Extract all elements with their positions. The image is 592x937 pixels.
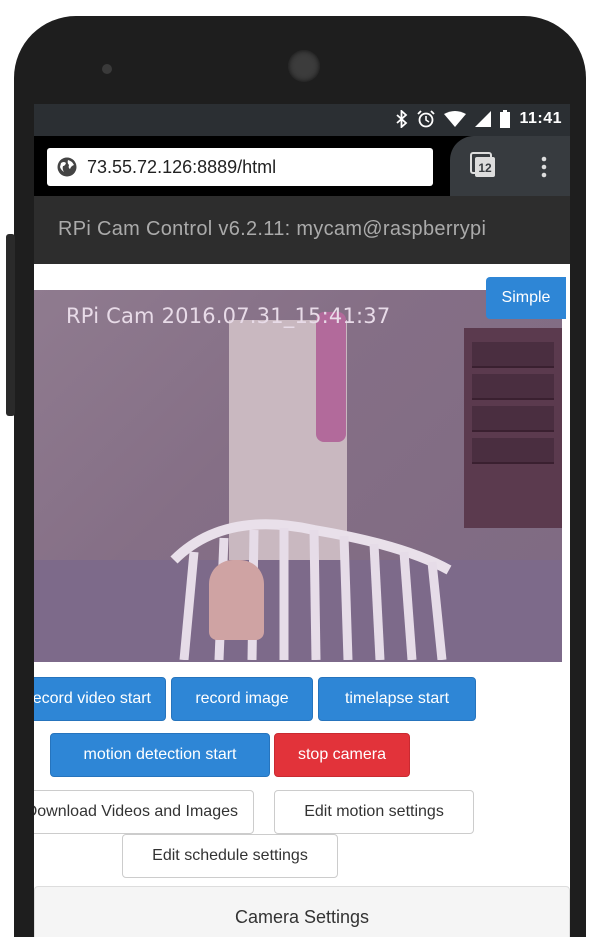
preview-drawer xyxy=(472,438,554,464)
battery-icon xyxy=(500,110,511,128)
page-title: RPi Cam Control v6.2.11: mycam@raspberry… xyxy=(58,218,487,240)
timelapse-button[interactable]: timelapse start xyxy=(318,677,476,721)
stop-camera-button[interactable]: stop camera xyxy=(274,733,410,777)
phone-screen: 11:41 73.55.72.126:8889/html 12 RPi Cam … xyxy=(34,104,570,937)
preview-drawer xyxy=(472,374,554,400)
record-image-button[interactable]: record image xyxy=(171,677,313,721)
bluetooth-icon xyxy=(396,110,408,128)
camera-preview[interactable]: RPi Cam 2016.07.31_15:41:37 xyxy=(34,290,562,662)
preview-baby xyxy=(209,560,264,640)
preview-towel xyxy=(316,312,346,442)
download-button[interactable]: Download Videos and Images xyxy=(34,790,254,834)
status-time: 11:41 xyxy=(519,110,562,127)
simple-button[interactable]: Simple xyxy=(486,277,566,319)
phone-side-button xyxy=(6,234,15,416)
download-label: Download Videos and Images xyxy=(34,803,238,820)
record-video-label: record video start xyxy=(34,690,151,707)
alarm-icon xyxy=(417,110,436,128)
phone-sensor xyxy=(102,64,112,74)
preview-drawer xyxy=(472,342,554,368)
url-text: 73.55.72.126:8889/html xyxy=(87,156,277,177)
preview-crib xyxy=(170,519,452,660)
camera-settings-title: Camera Settings xyxy=(234,907,370,927)
tab-switcher-icon[interactable]: 12 xyxy=(470,152,496,178)
phone-frame: 11:41 73.55.72.126:8889/html 12 RPi Cam … xyxy=(0,0,592,937)
status-bar: 11:41 xyxy=(34,104,570,136)
edit-schedule-button[interactable]: Edit schedule settings xyxy=(122,834,338,878)
signal-icon xyxy=(475,111,492,127)
globe-icon xyxy=(57,157,77,177)
app-header: RPi Cam Control v6.2.11: mycam@raspberry… xyxy=(34,196,570,264)
camera-settings-panel[interactable]: Camera Settings xyxy=(34,886,570,937)
wifi-icon xyxy=(444,111,467,127)
url-field[interactable]: 73.55.72.126:8889/html xyxy=(47,148,433,186)
preview-timestamp: RPi Cam 2016.07.31_15:41:37 xyxy=(66,304,391,328)
motion-detection-button[interactable]: motion detection start xyxy=(50,733,270,777)
phone-front-camera xyxy=(288,50,320,82)
overflow-menu-icon[interactable] xyxy=(534,155,554,179)
browser-toolbar: 73.55.72.126:8889/html 12 xyxy=(34,136,570,196)
edit-motion-button[interactable]: Edit motion settings xyxy=(274,790,474,834)
tab-count: 12 xyxy=(478,161,492,175)
preview-drawer xyxy=(472,406,554,432)
record-video-button[interactable]: record video start xyxy=(34,677,166,721)
